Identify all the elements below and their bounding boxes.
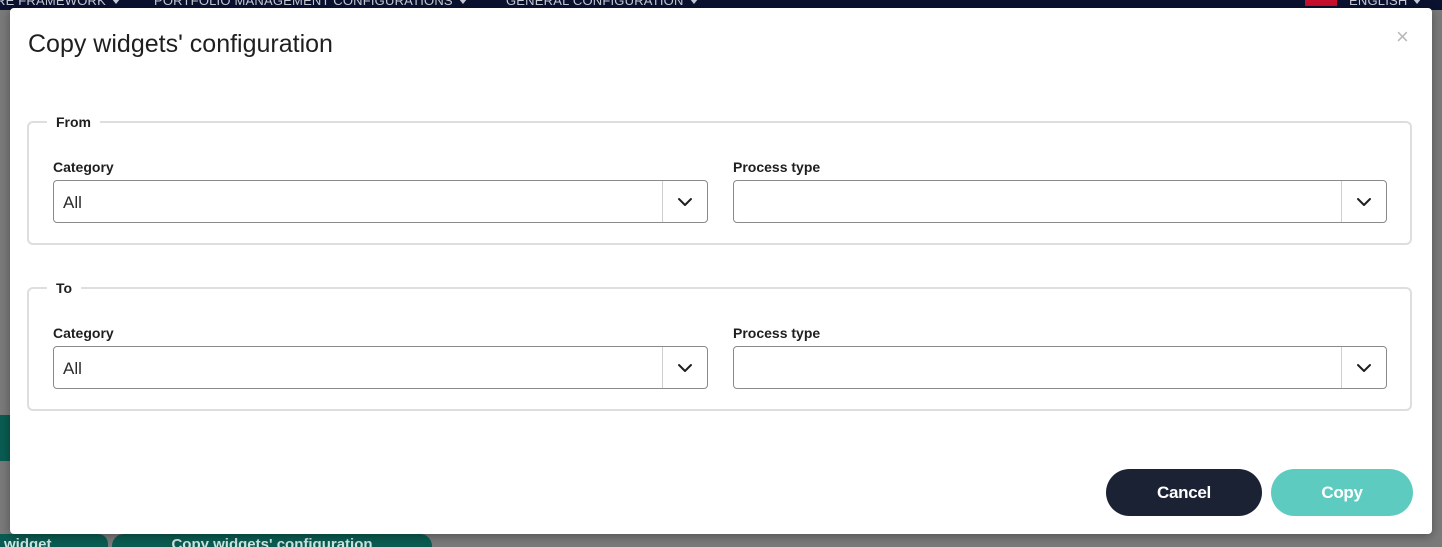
caret-down-icon	[112, 0, 121, 5]
from-category-select[interactable]: All	[53, 180, 708, 223]
to-legend: To	[47, 280, 82, 296]
to-process-type-label: Process type	[733, 325, 821, 341]
copy-widgets-modal: Copy widgets' configuration × From Categ…	[10, 8, 1432, 534]
background-button-edge	[0, 415, 10, 461]
to-category-select[interactable]: All	[53, 346, 708, 389]
nav-item-portfolio[interactable]: PORTFOLIO MANAGEMENT CONFIGURATIONS	[154, 0, 467, 8]
cancel-button[interactable]: Cancel	[1106, 469, 1262, 516]
add-widget-button[interactable]: widget	[0, 534, 108, 547]
chevron-down-icon	[662, 181, 707, 222]
chevron-down-icon	[662, 347, 707, 388]
nav-item-framework[interactable]: RE FRAMEWORK	[0, 0, 121, 8]
from-category-label: Category	[53, 159, 114, 175]
chevron-down-icon	[1341, 181, 1386, 222]
from-process-type-label: Process type	[733, 159, 821, 175]
from-fieldset: From Category All Process type	[27, 114, 1412, 245]
from-category-value: All	[63, 193, 82, 212]
from-process-type-select[interactable]	[733, 180, 1387, 223]
nav-item-general-config[interactable]: GENERAL CONFIGURATION	[506, 0, 698, 8]
to-fieldset: To Category All Process type	[27, 280, 1412, 411]
language-selector[interactable]: ENGLISH	[1349, 0, 1422, 8]
caret-down-icon	[689, 0, 698, 5]
to-category-label: Category	[53, 325, 114, 341]
caret-down-icon	[1413, 0, 1422, 5]
from-legend: From	[47, 114, 100, 130]
to-category-value: All	[63, 359, 82, 378]
copy-button[interactable]: Copy	[1271, 469, 1413, 516]
chevron-down-icon	[1341, 347, 1386, 388]
caret-down-icon	[458, 0, 467, 5]
flag-icon	[1305, 0, 1337, 6]
copy-widgets-config-button[interactable]: Copy widgets' configuration	[112, 534, 432, 547]
to-process-type-select[interactable]	[733, 346, 1387, 389]
close-icon[interactable]: ×	[1396, 26, 1409, 48]
modal-title: Copy widgets' configuration	[28, 30, 333, 58]
